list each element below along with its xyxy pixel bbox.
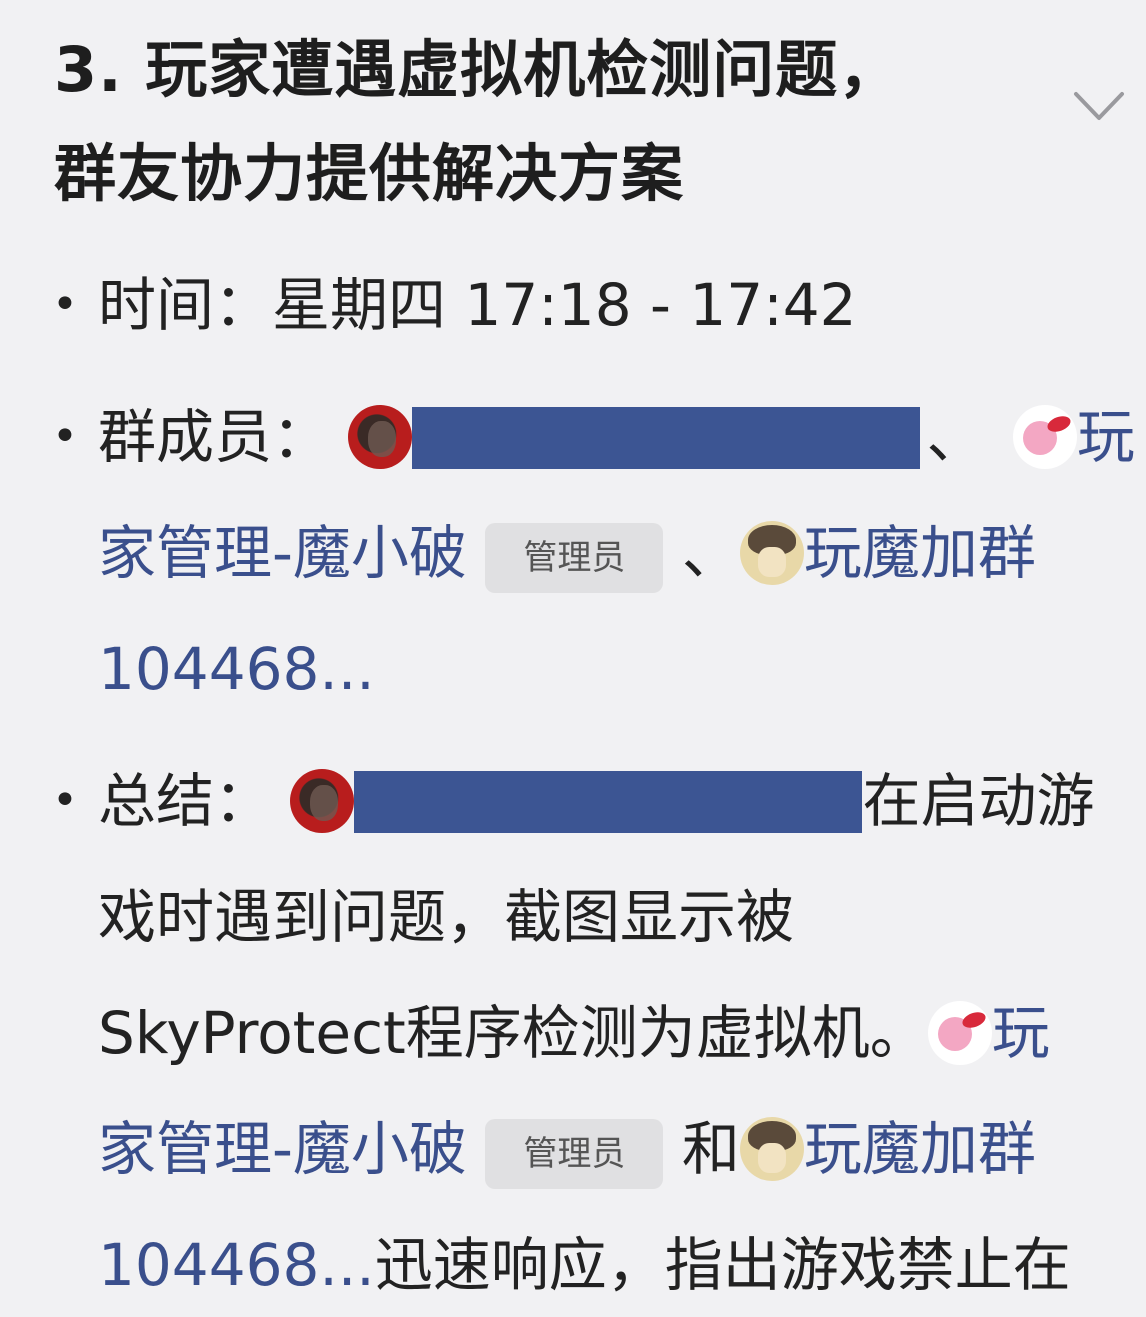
summary-row-1: 总结： 在启动游 xyxy=(98,766,1094,836)
summary-card: 3. 玩家遭遇虚拟机检测问题， 群友协力提供解决方案 • 时间：星期四 17:1… xyxy=(0,0,1146,1317)
summary-row-3: SkyProtect程序检测为虚拟机。玩 xyxy=(98,998,1050,1068)
separator: 、 xyxy=(681,519,740,587)
member-mention[interactable]: 玩魔加群 xyxy=(804,519,1036,587)
members-row-3: 104468... xyxy=(98,634,375,704)
separator: 、 xyxy=(926,403,985,471)
avatar[interactable] xyxy=(1012,405,1077,469)
summary-text: SkyProtect程序检测为虚拟机。 xyxy=(98,999,928,1067)
bullet: • xyxy=(52,411,78,462)
summary-row-4: 家管理-魔小破 管理员 和玩魔加群 xyxy=(98,1114,1036,1189)
avatar[interactable] xyxy=(927,1001,992,1065)
section-title: 3. 玩家遭遇虚拟机检测问题， 群友协力提供解决方案 xyxy=(54,18,1034,226)
title-line-1: 3. 玩家遭遇虚拟机检测问题， xyxy=(54,33,902,106)
avatar[interactable] xyxy=(739,1117,804,1181)
bullet: • xyxy=(52,775,78,826)
avatar[interactable] xyxy=(348,405,413,469)
summary-text: 和 xyxy=(681,1115,740,1183)
members-row-1: 群成员： 、 玩 xyxy=(98,402,1135,472)
redacted-name xyxy=(412,407,921,469)
avatar[interactable] xyxy=(290,769,355,833)
bullet: • xyxy=(52,279,78,330)
members-label: 群成员： xyxy=(98,403,331,471)
members-row-2: 家管理-魔小破 管理员 、玩魔加群 xyxy=(98,518,1036,593)
avatar[interactable] xyxy=(739,521,804,585)
member-mention[interactable]: 家管理-魔小破 xyxy=(98,1115,467,1183)
member-mention[interactable]: 104468... xyxy=(98,635,375,703)
admin-badge: 管理员 xyxy=(485,523,664,593)
title-line-2: 群友协力提供解决方案 xyxy=(54,137,685,210)
time-label: 时间： xyxy=(98,271,273,339)
summary-text: 戏时遇到问题，截图显示被 xyxy=(98,883,795,951)
member-mention[interactable]: 家管理-魔小破 xyxy=(98,519,467,587)
summary-row-2: 戏时遇到问题，截图显示被 xyxy=(98,882,794,952)
summary-text: 在启动游 xyxy=(862,767,1095,835)
chevron-down-icon[interactable] xyxy=(1072,86,1126,126)
member-mention[interactable]: 玩 xyxy=(1077,403,1135,471)
member-mention[interactable]: 玩魔加群 xyxy=(804,1115,1036,1183)
redacted-name xyxy=(354,771,863,833)
member-mention[interactable]: 玩 xyxy=(992,999,1050,1067)
summary-row-5: 104468...迅速响应，指出游戏禁止在 xyxy=(98,1230,1071,1300)
time-row: 时间：星期四 17:18 - 17:42 xyxy=(98,270,857,340)
summary-label: 总结： xyxy=(98,767,273,835)
summary-text: 迅速响应，指出游戏禁止在 xyxy=(374,1231,1071,1299)
time-value: 星期四 17:18 - 17:42 xyxy=(272,271,857,339)
admin-badge: 管理员 xyxy=(485,1119,664,1189)
member-mention[interactable]: 104468... xyxy=(98,1231,375,1299)
